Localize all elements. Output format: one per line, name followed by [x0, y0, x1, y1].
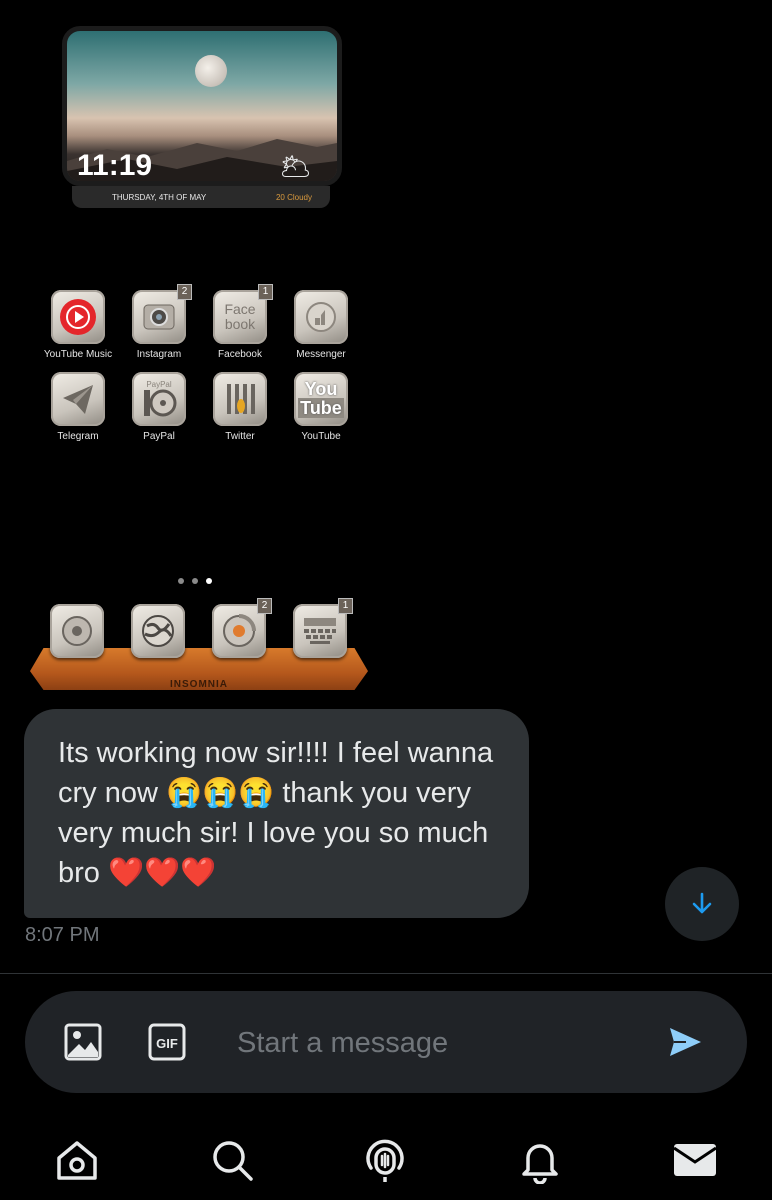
nav-messages[interactable]: [670, 1135, 720, 1185]
twitter-icon: [213, 372, 267, 426]
paypal-icon: PayPal: [132, 372, 186, 426]
nav-spaces[interactable]: [360, 1135, 410, 1185]
message-timestamp: 8:07 PM: [25, 924, 100, 946]
app-instagram: 2 Instagram: [117, 284, 201, 360]
notifications-icon: [522, 1144, 558, 1184]
notification-badge: 2: [257, 598, 272, 614]
gif-label: GIF: [156, 1036, 178, 1051]
messenger-icon: [294, 290, 348, 344]
app-youtube-music: YouTube Music: [36, 290, 120, 360]
app-facebook: Face book 1 Facebook: [198, 284, 282, 360]
divider: [0, 973, 772, 974]
page-indicator: [178, 578, 212, 584]
shelf-label: INSOMNIA: [170, 679, 228, 690]
clock-weather-widget: 11:19 🌥: [62, 26, 342, 186]
telegram-plane-icon: [51, 372, 105, 426]
search-icon: [213, 1141, 253, 1181]
app-messenger: Messenger: [279, 290, 363, 360]
message-composer: GIF: [25, 991, 747, 1093]
notification-badge: 1: [338, 598, 353, 614]
app-label: Twitter: [225, 431, 255, 442]
app-label: PayPal: [143, 431, 175, 442]
instagram-camera-icon: 2: [132, 284, 192, 344]
dock-app-chrome: 2: [197, 598, 281, 658]
message-bubble[interactable]: Its working now sir!!!! I feel wanna cry…: [24, 709, 529, 918]
shared-screenshot: 11:19 🌥 THURSDAY, 4TH OF MAY 20 Cloudy Y…: [0, 0, 772, 700]
widget-time: 11:19: [77, 149, 153, 182]
dock-app-phone: [35, 604, 119, 658]
send-button[interactable]: [665, 1022, 705, 1062]
notification-badge: 2: [177, 284, 192, 300]
widget-date: THURSDAY, 4TH OF MAY: [112, 192, 207, 202]
messages-icon: [673, 1144, 717, 1176]
add-photo-button[interactable]: [63, 1022, 103, 1062]
message-text: Its working now sir!!!! I feel wanna cry…: [58, 737, 494, 889]
home-icon: [57, 1141, 97, 1180]
globe-map-icon: [131, 604, 185, 658]
app-label: YouTube Music: [43, 349, 113, 360]
nav-search[interactable]: [207, 1135, 257, 1185]
moon-graphic: [195, 55, 227, 87]
youtube-music-icon: [51, 290, 105, 344]
app-label: Telegram: [57, 431, 99, 442]
page-dot: [178, 578, 184, 584]
rotary-phone-icon: [50, 604, 104, 658]
page-dot: [192, 578, 198, 584]
facebook-icon: Face book 1: [213, 284, 273, 344]
app-paypal: PayPal PayPal: [117, 372, 201, 442]
dock-app-typewriter: 1: [278, 598, 362, 658]
chrome-dial-icon: 2: [212, 598, 272, 658]
scroll-to-bottom-button[interactable]: [665, 867, 739, 941]
gif-icon: GIF: [148, 1023, 186, 1061]
send-icon: [670, 1028, 701, 1056]
widget-weather: 20 Cloudy: [275, 192, 312, 202]
bottom-navigation: [0, 1115, 772, 1200]
svg-text:PayPal: PayPal: [146, 380, 172, 389]
app-youtube: You Tube YouTube: [279, 372, 363, 442]
page-dot-active: [206, 578, 212, 584]
cloud-moon-icon: 🌥: [279, 151, 313, 181]
image-icon: [64, 1023, 102, 1061]
add-gif-button[interactable]: GIF: [147, 1022, 187, 1062]
app-label: Messenger: [296, 349, 346, 360]
typewriter-keyboard-icon: 1: [293, 598, 353, 658]
nav-home[interactable]: [52, 1135, 102, 1185]
app-telegram: Telegram: [36, 372, 120, 442]
app-twitter: Twitter: [198, 372, 282, 442]
app-label: Instagram: [136, 349, 182, 360]
app-label: YouTube: [301, 431, 341, 442]
spaces-icon: [366, 1139, 404, 1182]
app-label: Facebook: [218, 349, 262, 360]
widget-date-bar: THURSDAY, 4TH OF MAY 20 Cloudy: [72, 186, 330, 208]
youtube-icon: You Tube: [294, 372, 348, 426]
dock-app-globe: [116, 604, 200, 658]
dock-shelf: INSOMNIA 2 1: [30, 598, 370, 695]
nav-notifications[interactable]: [515, 1135, 565, 1185]
notification-badge: 1: [258, 284, 273, 300]
arrow-down-icon: [692, 892, 712, 914]
message-input[interactable]: [235, 1017, 659, 1069]
